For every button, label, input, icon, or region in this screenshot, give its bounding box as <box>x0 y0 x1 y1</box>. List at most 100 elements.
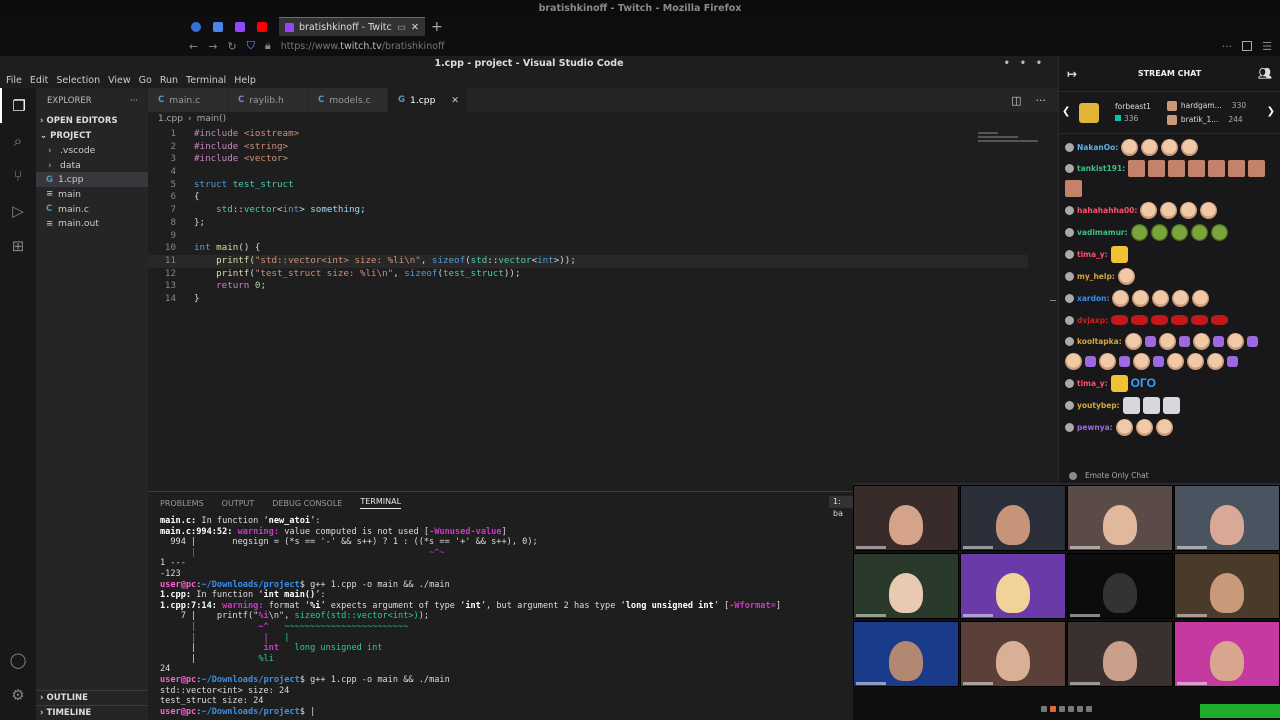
menu-go[interactable]: Go <box>139 75 152 86</box>
emote-frog-icon[interactable] <box>1170 223 1188 241</box>
chat-username[interactable]: NakanOo: <box>1077 143 1118 152</box>
minimap[interactable] <box>978 132 1048 162</box>
emote-heart-icon[interactable] <box>1178 336 1190 347</box>
emote-face-icon[interactable] <box>1172 289 1190 307</box>
emote-face-icon[interactable] <box>1200 201 1218 219</box>
menu-file[interactable]: File <box>6 75 22 86</box>
emote-sq-icon[interactable] <box>1168 160 1186 177</box>
chat-username[interactable]: hahahahha00: <box>1077 206 1137 215</box>
collapse-chat-icon[interactable]: ↦ <box>1067 67 1077 81</box>
extension-icon[interactable] <box>1242 41 1253 51</box>
emote-face-icon[interactable] <box>1192 289 1210 307</box>
emote-sq-icon[interactable] <box>1248 160 1266 177</box>
chat-username[interactable]: dvjaxp: <box>1077 316 1108 325</box>
chat-username[interactable]: my_help: <box>1077 272 1115 281</box>
emote-face-icon[interactable] <box>1140 201 1158 219</box>
emote-heart-icon[interactable] <box>1212 336 1224 347</box>
run-debug-icon[interactable]: ▷ <box>0 193 36 228</box>
chevron-right-icon[interactable]: ❯ <box>1267 106 1275 117</box>
emote-frog-icon[interactable] <box>1130 223 1148 241</box>
chat-username[interactable]: vadimamur: <box>1077 228 1128 237</box>
emote-sq-icon[interactable] <box>1208 160 1226 177</box>
back-icon[interactable]: ← <box>189 40 198 53</box>
emote-hand-icon[interactable] <box>1122 396 1140 414</box>
new-tab-button[interactable]: + <box>431 19 443 35</box>
menu-view[interactable]: View <box>108 75 131 86</box>
terminal-output[interactable]: main.c: In function ‘new_atoi’: main.c:9… <box>160 516 850 717</box>
emote-heart-icon[interactable] <box>1227 356 1238 367</box>
tab-terminal[interactable]: TERMINAL <box>360 497 402 509</box>
emote-face-icon[interactable] <box>1167 353 1184 370</box>
breadcrumb-symbol[interactable]: main() <box>197 114 227 124</box>
chevron-left-icon[interactable]: ❮ <box>1062 106 1070 117</box>
pinned-tab-twitch[interactable] <box>229 17 251 36</box>
emote-face-icon[interactable] <box>1099 353 1116 370</box>
tab-models-c[interactable]: Cmodels.c <box>308 88 388 112</box>
emote-face-icon[interactable] <box>1112 289 1130 307</box>
emote-face-icon[interactable] <box>1155 418 1173 436</box>
open-editors-section[interactable]: › OPEN EDITORS <box>36 113 148 128</box>
timeline-section[interactable]: › TIMELINE <box>36 705 148 720</box>
emote-lips-icon[interactable] <box>1211 315 1229 325</box>
menu-edit[interactable]: Edit <box>30 75 48 86</box>
search-icon[interactable]: ⌕ <box>0 123 36 158</box>
emote-frog-icon[interactable] <box>1150 223 1168 241</box>
emote-face-icon[interactable] <box>1115 418 1133 436</box>
tab-main-c[interactable]: Cmain.c <box>148 88 228 112</box>
explorer-icon[interactable]: ❐ <box>0 88 36 123</box>
emote-face-icon[interactable] <box>1181 138 1199 156</box>
gifter-entry[interactable]: hardgam... 330 <box>1166 100 1246 111</box>
terminal-instance-label[interactable]: 1: ba <box>829 496 853 518</box>
emote-heart-icon[interactable] <box>1119 356 1130 367</box>
emote-face-icon[interactable] <box>1152 289 1170 307</box>
emote-lips-icon[interactable] <box>1191 315 1209 325</box>
pinned-tab-2[interactable] <box>207 17 229 36</box>
tree-file-mainout[interactable]: ≡ main.out <box>36 216 148 231</box>
forward-icon[interactable]: → <box>208 40 217 53</box>
menu-run[interactable]: Run <box>160 75 178 86</box>
emote-heart-icon[interactable] <box>1153 356 1164 367</box>
emote-frog-icon[interactable] <box>1210 223 1228 241</box>
tab-raylib-h[interactable]: Craylib.h <box>228 88 308 112</box>
emote-face-icon[interactable] <box>1132 289 1150 307</box>
tree-file-main[interactable]: ≡ main <box>36 187 148 202</box>
users-icon[interactable]: 👥︎ <box>1258 67 1272 80</box>
emote-sq-icon[interactable] <box>1128 160 1146 177</box>
chat-username[interactable]: tima_y: <box>1077 250 1108 259</box>
chat-username[interactable]: kooltapka: <box>1077 337 1122 346</box>
emote-hand-icon[interactable] <box>1142 396 1160 414</box>
tab-output[interactable]: OUTPUT <box>222 499 255 508</box>
emote-face-icon[interactable] <box>1192 333 1210 350</box>
emote-face-icon[interactable] <box>1141 138 1159 156</box>
emote-face-icon[interactable] <box>1226 333 1244 350</box>
chat-username[interactable]: tankist191: <box>1077 164 1125 173</box>
mute-tab-icon[interactable]: ▭ <box>397 22 406 33</box>
tree-file-mainc[interactable]: Cmain.c <box>36 202 148 217</box>
chat-username[interactable]: pewnya: <box>1077 423 1113 432</box>
emote-face-icon[interactable] <box>1135 418 1153 436</box>
gifter-entry[interactable]: bratik_1... 244 <box>1166 114 1246 125</box>
chat-username[interactable]: youtybep: <box>1077 401 1120 410</box>
emote-sq-icon[interactable] <box>1228 160 1246 177</box>
page-actions-icon[interactable]: ··· <box>1222 40 1233 53</box>
emote-face-icon[interactable] <box>1065 353 1082 370</box>
url-bar[interactable]: https://www.twitch.tv/bratishkinoff <box>281 41 445 52</box>
emote-hand-icon[interactable] <box>1162 396 1180 414</box>
emote-frog-icon[interactable] <box>1190 223 1208 241</box>
emote-face-icon[interactable] <box>1180 201 1198 219</box>
outline-section[interactable]: › OUTLINE <box>36 690 148 705</box>
emote-heart-icon[interactable] <box>1144 336 1156 347</box>
pinned-tab-youtube[interactable] <box>251 17 273 36</box>
source-control-icon[interactable]: ⑂ <box>0 158 36 193</box>
tree-folder-vscode[interactable]: › .vscode <box>36 143 148 158</box>
editor-scrollbar[interactable] <box>1048 128 1058 488</box>
more-actions-icon[interactable]: ··· <box>1036 94 1047 107</box>
emote-gold-icon[interactable] <box>1110 374 1128 392</box>
emote-face-icon[interactable] <box>1124 333 1142 350</box>
emote-face-icon[interactable] <box>1161 138 1179 156</box>
emote-face-icon[interactable] <box>1207 353 1224 370</box>
emote-lips-icon[interactable] <box>1151 315 1169 325</box>
browser-tab-active[interactable]: bratishkinoff - Twitch ▭ ✕ <box>279 17 425 36</box>
tab-debug-console[interactable]: DEBUG CONSOLE <box>272 499 342 508</box>
emote-lips-icon[interactable] <box>1131 315 1149 325</box>
